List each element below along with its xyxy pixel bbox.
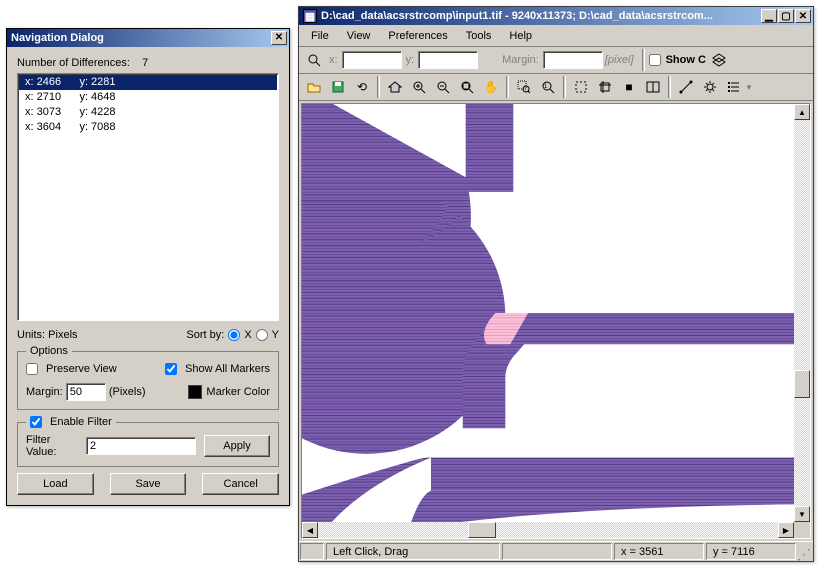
toolbar-main: ⟲ ✋ 1 ■ ▼ [299, 74, 813, 101]
zoom-in-icon[interactable] [408, 76, 430, 98]
list-item[interactable]: x: 2466 y: 2281 [19, 75, 277, 90]
scroll-corner [794, 522, 810, 538]
diff-count-value: 7 [142, 57, 148, 69]
y-label: y: [406, 54, 415, 66]
sort-x-radio[interactable]: X [228, 329, 251, 341]
scroll-right-icon[interactable]: ▶ [778, 522, 794, 538]
show-markers-checkbox[interactable]: Show All Markers [165, 363, 270, 375]
dialog-title: Navigation Dialog [11, 32, 271, 44]
save-button[interactable]: Save [110, 473, 187, 495]
app-icon: ▦ [303, 9, 317, 23]
toolbar-coords: x: y: Margin: [pixel] Show C [299, 47, 813, 74]
close-icon[interactable]: ✕ [795, 9, 811, 23]
home-icon[interactable] [384, 76, 406, 98]
scroll-down-icon[interactable]: ▼ [794, 506, 810, 522]
main-window: ▦ D:\cad_data\acsrstrcomp\input1.tif - 9… [298, 6, 814, 562]
dialog-titlebar[interactable]: Navigation Dialog ✕ [7, 29, 289, 47]
margin-input[interactable] [543, 51, 603, 69]
scroll-up-icon[interactable]: ▲ [794, 104, 810, 120]
unit-label: [pixel] [605, 54, 634, 66]
options-group: Options Preserve View Show All Markers M… [17, 345, 279, 410]
svg-text:1: 1 [544, 84, 548, 90]
menu-tools[interactable]: Tools [458, 28, 500, 44]
status-spacer [502, 543, 612, 560]
layers-icon[interactable] [708, 49, 730, 71]
filter-group: Enable Filter Filter Value: Apply [17, 416, 279, 467]
app-titlebar[interactable]: ▦ D:\cad_data\acsrstrcomp\input1.tif - 9… [299, 7, 813, 25]
statusbar: Left Click, Drag x = 3561 y = 7116 [299, 541, 813, 561]
navigation-dialog: Navigation Dialog ✕ Number of Difference… [6, 28, 290, 506]
marker-color-label: Marker Color [206, 386, 270, 398]
measure-icon[interactable] [675, 76, 697, 98]
zoom-fit-icon[interactable] [456, 76, 478, 98]
filter-value-label: Filter Value: [26, 434, 78, 458]
x-label: x: [329, 54, 338, 66]
compare-icon[interactable] [642, 76, 664, 98]
sort-by-label: Sort by: [186, 329, 224, 341]
minimize-icon[interactable]: ▁ [761, 9, 777, 23]
list-item[interactable]: x: 2710 y: 4648 [19, 90, 277, 105]
diff-count-label: Number of Differences: [17, 57, 130, 69]
filter-value-input[interactable] [86, 437, 196, 455]
apply-button[interactable]: Apply [204, 435, 270, 457]
margin-label: Margin: [26, 386, 63, 398]
enable-filter-checkbox[interactable]: Enable Filter [30, 416, 112, 428]
margin-unit: (Pixels) [109, 386, 146, 398]
menu-preferences[interactable]: Preferences [380, 28, 455, 44]
load-button[interactable]: Load [17, 473, 94, 495]
marker-color-swatch[interactable] [188, 385, 202, 399]
menu-view[interactable]: View [339, 28, 379, 44]
scroll-thumb-h[interactable] [468, 522, 496, 538]
cancel-button[interactable]: Cancel [202, 473, 279, 495]
fill-icon[interactable]: ■ [618, 76, 640, 98]
app-title-text: D:\cad_data\acsrstrcomp\input1.tif - 924… [321, 10, 761, 22]
scrollbar-vertical[interactable]: ▲ ▼ [794, 104, 810, 522]
zoom-1to1-icon[interactable]: 1 [537, 76, 559, 98]
close-icon[interactable]: ✕ [271, 31, 287, 45]
options-legend: Options [26, 345, 72, 357]
preserve-view-checkbox[interactable]: Preserve View [26, 363, 165, 375]
x-input[interactable] [342, 51, 402, 69]
zoom-area-icon[interactable] [513, 76, 535, 98]
menu-help[interactable]: Help [501, 28, 540, 44]
select-icon[interactable] [570, 76, 592, 98]
maximize-icon[interactable]: ▢ [778, 9, 794, 23]
status-indicator [300, 543, 324, 560]
y-input[interactable] [418, 51, 478, 69]
magnifier-icon[interactable] [303, 49, 325, 71]
status-x: x = 3561 [614, 543, 704, 560]
sort-y-radio[interactable]: Y [256, 329, 279, 341]
status-y: y = 7116 [706, 543, 796, 560]
menu-file[interactable]: File [303, 28, 337, 44]
save-icon[interactable] [327, 76, 349, 98]
open-icon[interactable] [303, 76, 325, 98]
zoom-out-icon[interactable] [432, 76, 454, 98]
margin-input[interactable] [66, 383, 106, 401]
crop-icon[interactable] [594, 76, 616, 98]
dropdown-icon[interactable]: ▼ [745, 83, 753, 92]
list-item[interactable]: x: 3604 y: 7088 [19, 120, 277, 135]
units-label: Units: Pixels [17, 329, 78, 341]
history-icon[interactable]: ⟲ [351, 76, 373, 98]
differences-list[interactable]: x: 2466 y: 2281 x: 2710 y: 4648 x: 3073 … [17, 73, 279, 321]
status-message: Left Click, Drag [326, 543, 500, 560]
pan-icon[interactable]: ✋ [480, 76, 502, 98]
menubar: File View Preferences Tools Help [299, 25, 813, 47]
list-icon[interactable] [723, 76, 745, 98]
show-checkbox[interactable]: Show C [649, 54, 706, 66]
cad-content [302, 104, 794, 522]
scroll-left-icon[interactable]: ◀ [302, 522, 318, 538]
canvas-area: ▲ ▼ ◀ ▶ [301, 103, 811, 539]
resize-grip-icon[interactable] [797, 542, 813, 561]
canvas[interactable] [302, 104, 794, 522]
scroll-thumb-v[interactable] [794, 370, 810, 398]
margin-label: Margin: [502, 54, 539, 66]
scrollbar-horizontal[interactable]: ◀ ▶ [302, 522, 794, 538]
settings-icon[interactable] [699, 76, 721, 98]
list-item[interactable]: x: 3073 y: 4228 [19, 105, 277, 120]
